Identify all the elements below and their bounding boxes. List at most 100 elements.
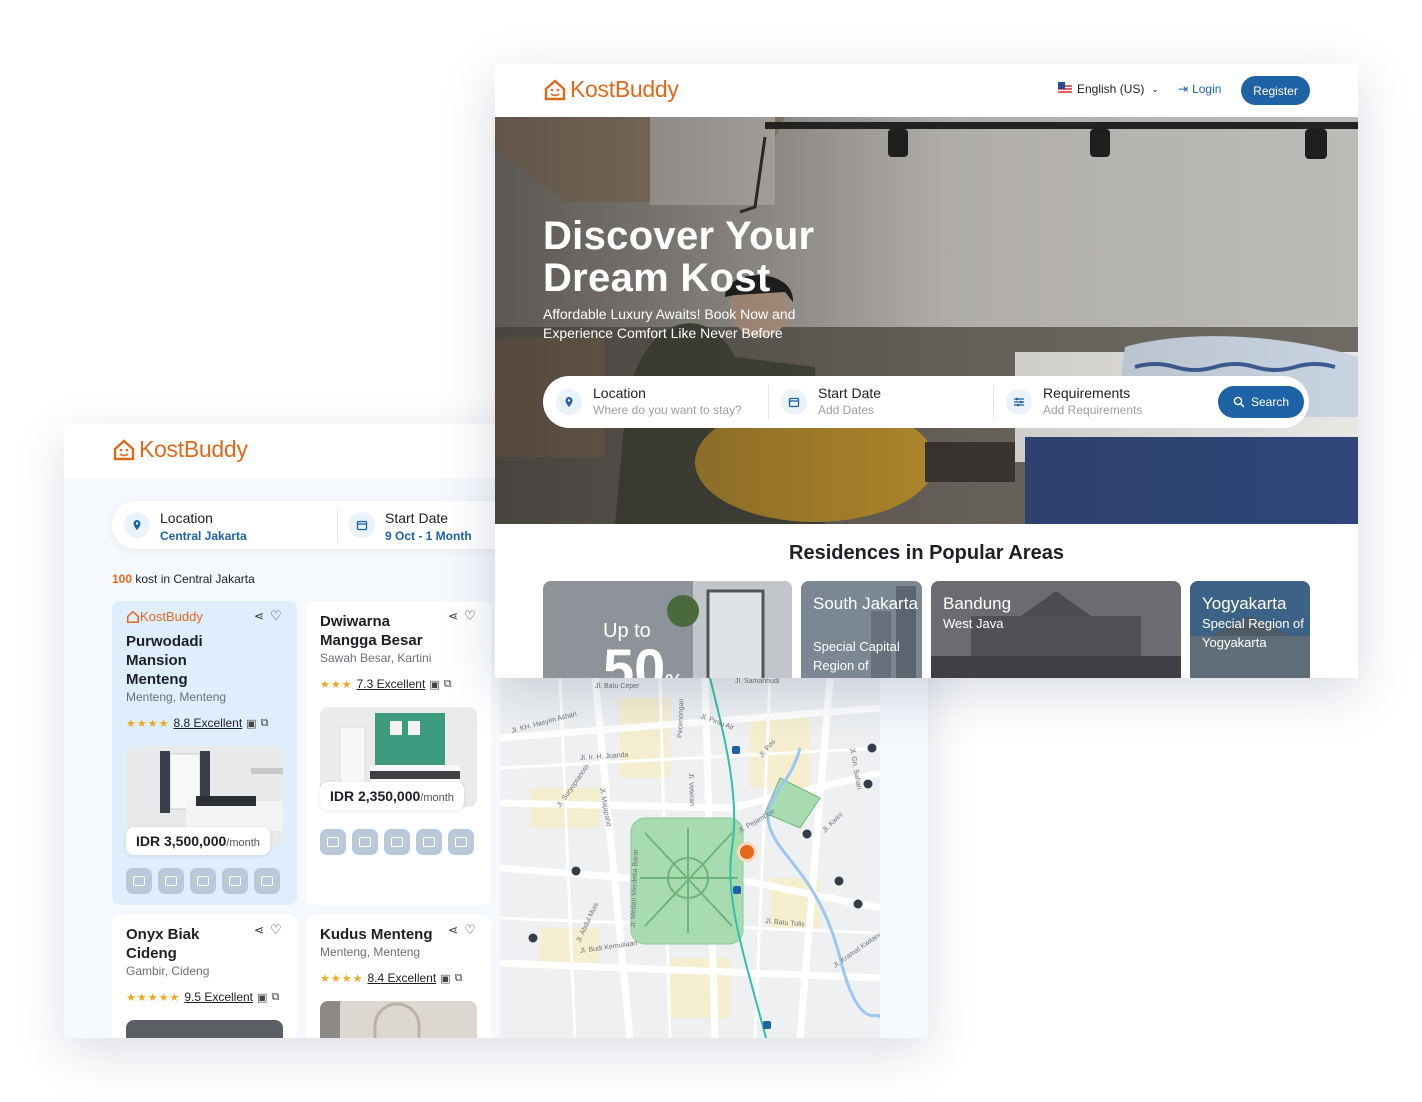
start-date-value: 9 Oct - 1 Month (385, 529, 472, 543)
start-date-label: Start Date (818, 385, 882, 401)
search-button-label: Search (1250, 395, 1290, 409)
hero-subtitle-line1: Affordable Luxury Awaits! Book Now and (543, 306, 796, 322)
listing-photo[interactable] (320, 1001, 477, 1038)
listing-price: IDR 3,500,000/month (126, 827, 270, 855)
wardrobe-icon (158, 868, 184, 894)
toilet-icon (384, 829, 410, 855)
result-count-text: kost in Central Jakarta (132, 572, 255, 586)
hero-search-bar: Location Where do you want to stay? Star… (543, 376, 1309, 428)
start-date-placeholder: Add Dates (818, 403, 875, 417)
hero-subtitle-line2: Experience Comfort Like Never Before (543, 325, 783, 341)
logo-house-icon (544, 78, 566, 100)
share-icon[interactable]: ⋖ (448, 609, 458, 623)
gallery-icon[interactable]: ⧉ (261, 717, 269, 730)
listing-photo[interactable] (126, 1020, 283, 1038)
requirements-field[interactable]: Requirements Add Requirements (1043, 385, 1142, 417)
price-unit: /month (226, 837, 260, 849)
search-divider (768, 385, 769, 419)
start-date-field[interactable]: Start Date 9 Oct - 1 Month (385, 510, 472, 543)
wifi-icon (222, 868, 248, 894)
listing-card[interactable]: ⋖ ♡ Kudus Menteng Menteng, Menteng ★★★★ … (306, 915, 491, 1038)
listing-rating: ★★★★ 8.8 Excellent ▣ ⧉ (126, 716, 268, 730)
hero-title-line2: Dream Kost (543, 256, 771, 300)
heart-icon[interactable]: ♡ (464, 608, 476, 624)
location-field[interactable]: Location Central Jakarta (160, 510, 247, 543)
room-photo (320, 1001, 477, 1038)
start-date-field[interactable]: Start Date Add Dates (818, 385, 881, 417)
filter-sliders-icon[interactable] (1006, 389, 1032, 415)
login-label: Login (1192, 82, 1222, 96)
more-amenities-icon[interactable] (254, 868, 280, 894)
map-canvas[interactable]: Jl. Batu Ceper Jl. Samanhudi Jl. KH. Has… (500, 678, 880, 1038)
listing-rating: ★★★★ 8.4 Excellent ▣ ⧉ (320, 971, 462, 985)
wifi-icon (416, 829, 442, 855)
search-divider (993, 385, 994, 419)
star-icons: ★★★★★ (126, 991, 181, 1004)
language-selector[interactable]: English (US) ⌄ (1058, 82, 1159, 96)
start-date-label: Start Date (385, 510, 449, 526)
requirements-label: Requirements (1043, 385, 1131, 401)
area-title: South Jakarta (813, 594, 918, 613)
gallery-icon[interactable]: ⧉ (455, 972, 463, 985)
listing-location: Menteng, Menteng (126, 690, 227, 704)
rating-text[interactable]: 8.4 Excellent (367, 971, 436, 985)
search-button[interactable]: Search (1218, 386, 1304, 418)
search-icon (1233, 396, 1245, 408)
share-icon[interactable]: ⋖ (254, 923, 264, 937)
calendar-icon[interactable] (781, 389, 807, 415)
listing-card[interactable]: ⋖ ♡ Dwiwarna Mangga Besar Sawah Besar, K… (306, 601, 491, 905)
street-label: Jl. Samanhudi (735, 678, 780, 685)
logo-text: KostBuddy (570, 76, 679, 102)
rating-text[interactable]: 8.8 Excellent (173, 716, 242, 730)
area-card-south-jakarta[interactable]: South Jakarta Special Capital Region of (801, 581, 922, 678)
location-placeholder: Where do you want to stay? (593, 403, 742, 417)
heart-icon[interactable]: ♡ (270, 922, 282, 938)
street-label: Jl. Batu Ceper (595, 683, 640, 690)
login-link[interactable]: ⇥ Login (1178, 82, 1221, 96)
share-icon[interactable]: ⋖ (254, 609, 264, 623)
listing-card[interactable]: KostBuddy ⋖ ♡ Purwodadi Mansion Menteng … (112, 601, 297, 905)
promo-unit: % (665, 671, 683, 678)
kostbuddy-logo[interactable]: KostBuddy (543, 76, 679, 103)
listing-name[interactable]: Kudus Menteng (320, 925, 470, 944)
area-card-bandung[interactable]: Bandung West Java (931, 581, 1181, 678)
listing-card[interactable]: ⋖ ♡ Onyx Biak Cideng Gambir, Cideng ★★★★… (112, 915, 297, 1038)
location-value: Central Jakarta (160, 529, 247, 543)
calendar-badge-icon: ▣ (440, 972, 451, 985)
promo-percent: 50% (603, 641, 683, 679)
calendar-icon[interactable] (349, 512, 375, 538)
listing-price: IDR 2,350,000/month (320, 782, 464, 810)
chevron-down-icon: ⌄ (1151, 83, 1159, 94)
star-icons: ★★★★ (320, 972, 364, 985)
top-nav: KostBuddy English (US) ⌄ ⇥ Login Registe… (495, 64, 1358, 117)
listing-location: Sawah Besar, Kartini (320, 651, 432, 665)
area-card-yogyakarta[interactable]: Yogyakarta Special Region of Yogyakarta (1190, 581, 1310, 678)
price-amount: IDR 2,350,000 (330, 788, 421, 804)
street-label: Pecenongan (677, 698, 685, 738)
promo-card[interactable]: Up to 50% (543, 581, 792, 678)
login-icon: ⇥ (1178, 82, 1189, 96)
register-button[interactable]: Register (1241, 76, 1310, 105)
rating-text[interactable]: 7.3 Excellent (357, 677, 426, 691)
hero-subtitle: Affordable Luxury Awaits! Book Now and E… (543, 305, 795, 343)
gallery-icon[interactable]: ⧉ (444, 678, 452, 691)
gallery-icon[interactable]: ⧉ (271, 991, 279, 1004)
landing-window: KostBuddy English (US) ⌄ ⇥ Login Registe… (495, 64, 1358, 678)
more-amenities-icon[interactable] (448, 829, 474, 855)
kostbuddy-logo[interactable]: KostBuddy (112, 436, 248, 463)
heart-icon[interactable]: ♡ (270, 608, 282, 624)
requirements-placeholder: Add Requirements (1043, 403, 1143, 417)
listing-rating: ★★★★★ 9.5 Excellent ▣ ⧉ (126, 990, 279, 1004)
calendar-badge-icon: ▣ (429, 678, 440, 691)
results-search-bar: Location Central Jakarta Start Date 9 Oc… (112, 501, 532, 549)
amenity-row (320, 829, 474, 855)
wardrobe-icon (352, 829, 378, 855)
location-field[interactable]: Location Where do you want to stay? (593, 385, 742, 417)
rating-text[interactable]: 9.5 Excellent (184, 990, 253, 1004)
listing-name[interactable]: Dwiwarna Mangga Besar (320, 612, 440, 650)
listing-name[interactable]: Purwodadi Mansion Menteng (126, 632, 246, 689)
location-pin-icon[interactable] (556, 389, 582, 415)
listing-name[interactable]: Onyx Biak Cideng (126, 925, 236, 963)
location-pin-icon[interactable] (124, 512, 150, 538)
results-map[interactable]: Jl. Batu Ceper Jl. Samanhudi Jl. KH. Has… (500, 678, 880, 1038)
